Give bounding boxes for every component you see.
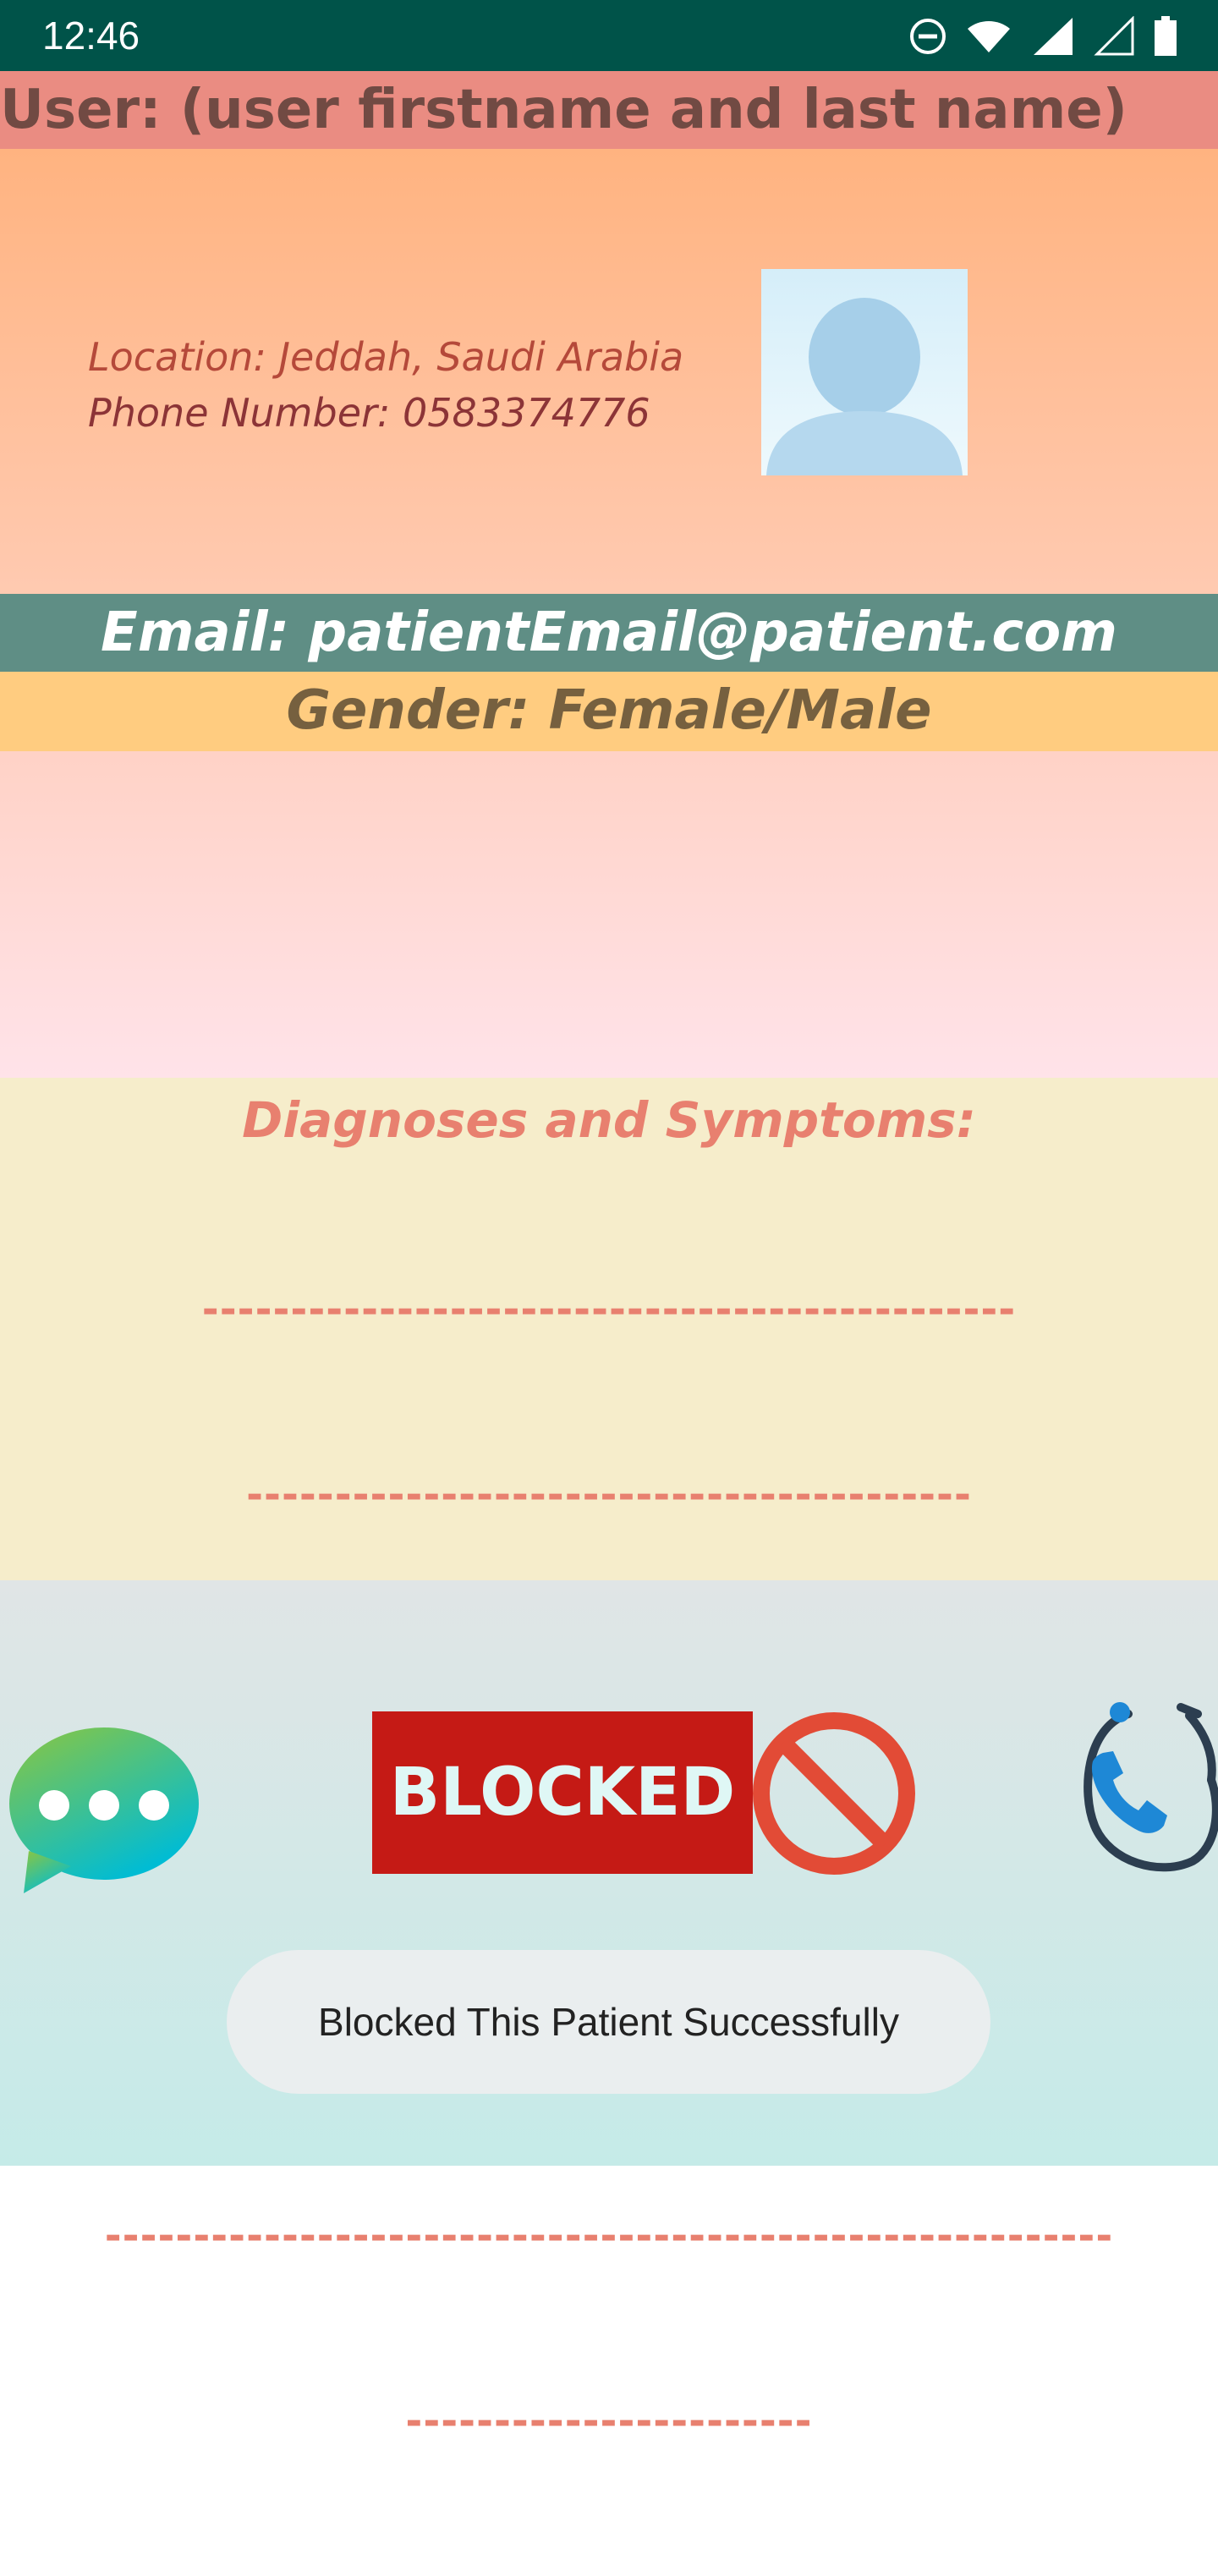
phone-number-text: Phone Number: 0583374776 bbox=[88, 390, 650, 436]
person-avatar-icon bbox=[761, 269, 968, 475]
wifi-icon bbox=[968, 21, 1010, 52]
diagnosis-line: ----------------------------------------… bbox=[104, 2212, 1114, 2260]
gender-text: Gender: Female/Male bbox=[286, 679, 932, 742]
status-time: 12:46 bbox=[42, 14, 140, 58]
diagnoses-section: Diagnoses and Symptoms: ----------------… bbox=[0, 1078, 1218, 2445]
email-bar: Email: patientEmail@patient.com bbox=[0, 594, 1218, 672]
diagnosis-line: ----------------------------------------… bbox=[246, 1471, 972, 1519]
cell-signal-empty-icon bbox=[1094, 16, 1134, 56]
status-icons bbox=[908, 15, 1177, 58]
diagnoses-title: Diagnoses and Symptoms: bbox=[242, 1091, 976, 1149]
user-header: User: (user firstname and last name) bbox=[0, 71, 1218, 149]
status-bar: 12:46 bbox=[0, 0, 1218, 71]
spacer-area bbox=[0, 751, 1218, 1078]
do-not-disturb-icon bbox=[910, 19, 946, 54]
toast-message: Blocked This Patient Successfully bbox=[227, 1950, 990, 2094]
battery-icon bbox=[1155, 16, 1177, 56]
blocked-button[interactable]: BLOCKED bbox=[372, 1711, 753, 1874]
location-text: Location: Jeddah, Saudi Arabia bbox=[88, 334, 684, 380]
stethoscope-phone-icon[interactable] bbox=[1079, 1699, 1218, 1893]
email-text: Email: patientEmail@patient.com bbox=[101, 601, 1117, 664]
cell-signal-icon bbox=[1034, 18, 1073, 55]
diagnosis-line: ----------------------------------------… bbox=[201, 1286, 1017, 1333]
chat-bubble-icon[interactable] bbox=[5, 1724, 203, 1893]
profile-section: Location: Jeddah, Saudi Arabia Phone Num… bbox=[0, 149, 1218, 594]
block-icon[interactable] bbox=[749, 1709, 919, 1878]
gender-bar: Gender: Female/Male bbox=[0, 672, 1218, 751]
diagnosis-line: ----------------------- bbox=[405, 2397, 813, 2445]
toast-text: Blocked This Patient Successfully bbox=[318, 2000, 899, 2044]
user-name-label: User: (user firstname and last name) bbox=[0, 79, 1127, 141]
